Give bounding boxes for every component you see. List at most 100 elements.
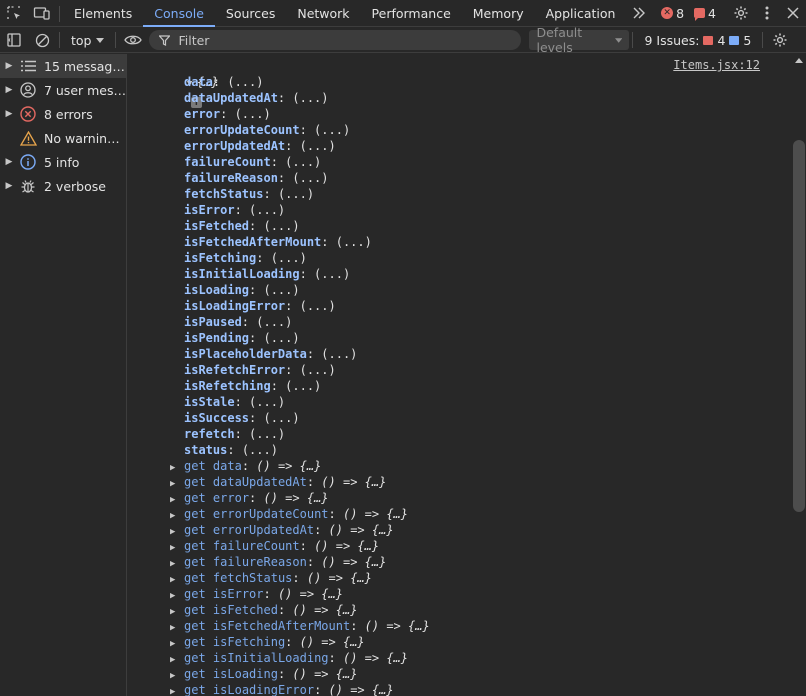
getter-row[interactable]: ▶ get error: () => {…} — [170, 490, 329, 506]
expand-arrow-icon[interactable]: ▶ — [0, 181, 18, 191]
getter-row[interactable]: ▶ get errorUpdateCount: () => {…} — [170, 506, 408, 522]
clear-console-icon[interactable] — [28, 28, 56, 53]
property-value[interactable]: (...) — [256, 315, 292, 329]
scrollbar-thumb[interactable] — [793, 140, 805, 512]
scrollbar[interactable] — [792, 54, 806, 696]
property-value[interactable]: (...) — [242, 443, 278, 457]
property-row[interactable]: fetchStatus: (...) — [184, 186, 314, 202]
property-row[interactable]: error: (...) — [184, 106, 271, 122]
property-value[interactable]: (...) — [278, 187, 314, 201]
tab-memory[interactable]: Memory — [462, 0, 535, 26]
property-row[interactable]: isRefetching: (...) — [184, 378, 321, 394]
property-row[interactable]: isStale: (...) — [184, 394, 285, 410]
property-value[interactable]: (...) — [263, 411, 299, 425]
property-row[interactable]: data: (...) — [184, 74, 263, 90]
sidebar-toggle-icon[interactable] — [0, 28, 28, 53]
property-value[interactable]: (...) — [314, 123, 350, 137]
more-tabs-icon[interactable] — [626, 0, 652, 26]
property-row[interactable]: isSuccess: (...) — [184, 410, 300, 426]
sidebar-item-messages[interactable]: ▶ 15 messag… — [0, 54, 126, 78]
property-value[interactable]: (...) — [292, 171, 328, 185]
expand-arrow-icon[interactable]: ▶ — [0, 109, 18, 119]
property-value[interactable]: (...) — [263, 331, 299, 345]
property-row[interactable]: dataUpdatedAt: (...) — [184, 90, 329, 106]
property-row[interactable]: errorUpdateCount: (...) — [184, 122, 350, 138]
getter-row[interactable]: ▶ get failureReason: () => {…} — [170, 554, 386, 570]
getter-row[interactable]: ▶ get isLoadingError: () => {…} — [170, 682, 394, 696]
property-value[interactable]: (...) — [227, 75, 263, 89]
property-row[interactable]: isRefetchError: (...) — [184, 362, 336, 378]
property-value[interactable]: (...) — [271, 251, 307, 265]
object-row[interactable]: ▼ {…} i — [158, 58, 219, 108]
sidebar-item-warnings[interactable]: No warnin… — [0, 126, 126, 150]
property-value[interactable]: (...) — [249, 203, 285, 217]
source-link[interactable]: Items.jsx:12 — [673, 58, 760, 72]
property-value[interactable]: (...) — [300, 299, 336, 313]
getter-row[interactable]: ▶ get isFetchedAfterMount: () => {…} — [170, 618, 430, 634]
property-value[interactable]: (...) — [292, 91, 328, 105]
property-row[interactable]: errorUpdatedAt: (...) — [184, 138, 336, 154]
sidebar-item-info[interactable]: ▶ 5 info — [0, 150, 126, 174]
property-value[interactable]: (...) — [263, 283, 299, 297]
property-row[interactable]: isFetched: (...) — [184, 218, 300, 234]
property-row[interactable]: failureReason: (...) — [184, 170, 329, 186]
tab-application[interactable]: Application — [535, 0, 627, 26]
sidebar-item-user-messages[interactable]: ▶ 7 user mes… — [0, 78, 126, 102]
console-settings-gear-icon[interactable] — [766, 28, 794, 53]
property-row[interactable]: isPlaceholderData: (...) — [184, 346, 357, 362]
expand-arrow-icon[interactable]: ▶ — [170, 684, 184, 696]
expand-arrow-icon[interactable]: ▶ — [0, 85, 18, 95]
more-options-icon[interactable] — [754, 0, 780, 26]
property-value[interactable]: (...) — [285, 155, 321, 169]
tab-performance[interactable]: Performance — [361, 0, 462, 26]
settings-gear-icon[interactable] — [728, 0, 754, 26]
expand-arrow-icon[interactable]: ▶ — [0, 61, 18, 71]
sidebar-item-verbose[interactable]: ▶ 2 verbose — [0, 174, 126, 198]
property-value[interactable]: (...) — [300, 363, 336, 377]
getter-row[interactable]: ▶ get errorUpdatedAt: () => {…} — [170, 522, 394, 538]
property-row[interactable]: refetch: (...) — [184, 426, 285, 442]
property-row[interactable]: isFetchedAfterMount: (...) — [184, 234, 372, 250]
property-row[interactable]: status: (...) — [184, 442, 278, 458]
property-row[interactable]: isError: (...) — [184, 202, 285, 218]
property-row[interactable]: isInitialLoading: (...) — [184, 266, 350, 282]
tab-elements[interactable]: Elements — [63, 0, 143, 26]
device-toolbar-icon[interactable] — [28, 0, 56, 26]
live-expression-eye-icon[interactable] — [119, 28, 147, 53]
getter-row[interactable]: ▶ get isError: () => {…} — [170, 586, 343, 602]
property-row[interactable]: isLoading: (...) — [184, 282, 300, 298]
inspect-element-icon[interactable] — [0, 0, 28, 26]
property-value[interactable]: (...) — [336, 235, 372, 249]
context-selector[interactable]: top — [63, 33, 112, 48]
property-value[interactable]: (...) — [235, 107, 271, 121]
getter-row[interactable]: ▶ get isLoading: () => {…} — [170, 666, 357, 682]
property-value[interactable]: (...) — [249, 395, 285, 409]
header-counts[interactable]: ✕ 8 4 — [661, 0, 728, 26]
filter-input[interactable]: Filter — [149, 30, 522, 50]
log-levels-dropdown[interactable]: Default levels — [529, 25, 630, 55]
getter-row[interactable]: ▶ get failureCount: () => {…} — [170, 538, 379, 554]
property-row[interactable]: isPending: (...) — [184, 330, 300, 346]
property-value[interactable]: (...) — [263, 219, 299, 233]
expand-arrow-icon[interactable]: ▶ — [0, 157, 18, 167]
getter-row[interactable]: ▶ get data: () => {…} — [170, 458, 321, 474]
getter-row[interactable]: ▶ get isFetching: () => {…} — [170, 634, 365, 650]
property-value[interactable]: (...) — [300, 139, 336, 153]
issues-button[interactable]: 9 Issues: 4 5 — [636, 33, 759, 48]
tab-sources[interactable]: Sources — [215, 0, 286, 26]
property-row[interactable]: isLoadingError: (...) — [184, 298, 336, 314]
property-value[interactable]: (...) — [249, 427, 285, 441]
property-row[interactable]: failureCount: (...) — [184, 154, 321, 170]
warning-count[interactable]: 4 — [694, 6, 716, 21]
close-icon[interactable] — [780, 0, 806, 26]
getter-row[interactable]: ▶ get dataUpdatedAt: () => {…} — [170, 474, 386, 490]
property-row[interactable]: isFetching: (...) — [184, 250, 307, 266]
error-count[interactable]: ✕ 8 — [661, 6, 684, 21]
property-row[interactable]: isPaused: (...) — [184, 314, 292, 330]
getter-row[interactable]: ▶ get isInitialLoading: () => {…} — [170, 650, 408, 666]
getter-row[interactable]: ▶ get isFetched: () => {…} — [170, 602, 357, 618]
sidebar-item-errors[interactable]: ▶ 8 errors — [0, 102, 126, 126]
tab-console[interactable]: Console — [143, 0, 215, 27]
property-value[interactable]: (...) — [285, 379, 321, 393]
property-value[interactable]: (...) — [314, 267, 350, 281]
